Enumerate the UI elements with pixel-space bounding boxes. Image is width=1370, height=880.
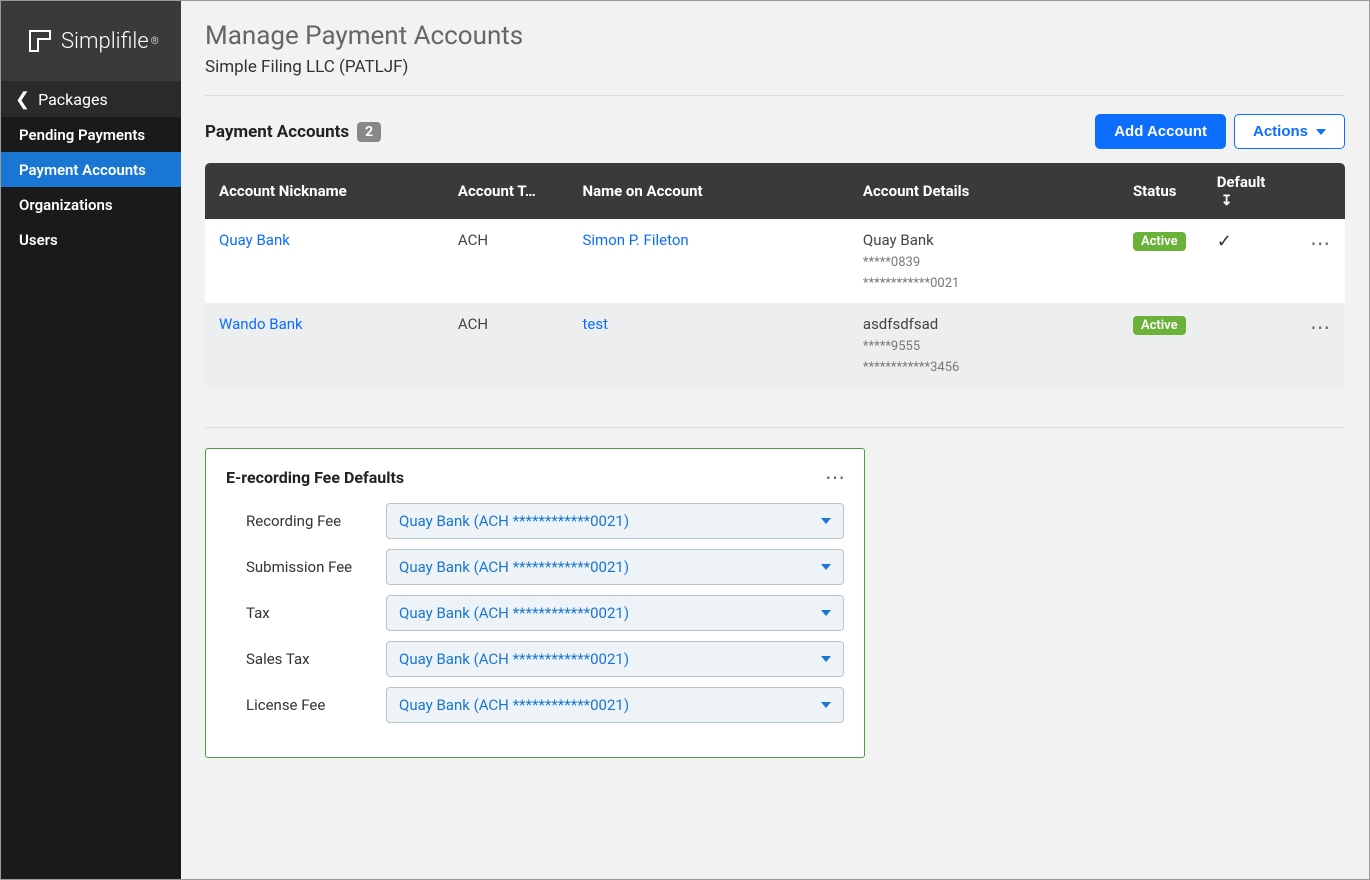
table-row: Quay Bank ACH Simon P. Fileton Quay Bank… [205,219,1345,303]
page-subtitle: Simple Filing LLC (PATLJF) [205,57,1345,96]
account-nickname-link[interactable]: Wando Bank [219,315,303,333]
caret-down-icon [821,564,831,570]
fee-label: Sales Tax [246,650,386,668]
fee-label: License Fee [246,696,386,714]
sidebar-item-organizations[interactable]: Organizations [1,187,181,222]
recording-fee-select[interactable]: Quay Bank (ACH ************0021) [386,503,844,539]
fee-row-license: License Fee Quay Bank (ACH ************0… [226,687,844,723]
accounts-count-badge: 2 [357,122,381,142]
accounts-section-header: Payment Accounts 2 Add Account Actions [205,114,1345,149]
col-header-actions [1296,163,1345,219]
fee-defaults-panel: E-recording Fee Defaults ⋯ Recording Fee… [205,448,865,758]
account-type: ACH [444,219,569,303]
status-badge: Active [1133,316,1186,335]
page-title: Manage Payment Accounts [205,21,1345,51]
fee-label: Tax [246,604,386,622]
brand-icon [29,30,51,52]
more-icon[interactable]: ⋯ [1310,315,1329,339]
account-name-link[interactable]: Simon P. Fileton [583,231,689,249]
caret-down-icon [821,610,831,616]
nav-back-packages[interactable]: ❮ Packages [1,81,181,117]
tax-fee-select[interactable]: Quay Bank (ACH ************0021) [386,595,844,631]
account-details: asdfsdfsad *****9555 ************3456 [849,303,1119,387]
fee-label: Submission Fee [246,558,386,576]
caret-down-icon [821,656,831,662]
account-name-link[interactable]: test [583,315,609,333]
sort-desc-icon: ↧ [1221,193,1233,209]
sales-tax-fee-select[interactable]: Quay Bank (ACH ************0021) [386,641,844,677]
account-type: ACH [444,303,569,387]
main-content: Manage Payment Accounts Simple Filing LL… [181,1,1369,879]
col-header-details[interactable]: Account Details [849,163,1119,219]
actions-dropdown-button[interactable]: Actions [1234,114,1345,149]
fee-row-sales-tax: Sales Tax Quay Bank (ACH ************002… [226,641,844,677]
brand-logo: Simplifile® [29,29,159,54]
submission-fee-select[interactable]: Quay Bank (ACH ************0021) [386,549,844,585]
fee-row-recording: Recording Fee Quay Bank (ACH ***********… [226,503,844,539]
license-fee-select[interactable]: Quay Bank (ACH ************0021) [386,687,844,723]
caret-down-icon [821,518,831,524]
sidebar-item-pending-payments[interactable]: Pending Payments [1,117,181,152]
account-nickname-link[interactable]: Quay Bank [219,231,290,249]
col-header-default[interactable]: Default ↧ [1203,163,1296,219]
sidebar-item-users[interactable]: Users [1,222,181,257]
fee-row-tax: Tax Quay Bank (ACH ************0021) [226,595,844,631]
col-header-nickname[interactable]: Account Nickname [205,163,444,219]
table-row: Wando Bank ACH test asdfsdfsad *****9555… [205,303,1345,387]
accounts-table: Account Nickname Account T… Name on Acco… [205,163,1345,387]
col-header-type[interactable]: Account T… [444,163,569,219]
trademark-icon: ® [151,36,159,47]
fee-defaults-title: E-recording Fee Defaults [226,468,404,487]
sidebar-item-payment-accounts[interactable]: Payment Accounts [1,152,181,187]
accounts-section-title: Payment Accounts [205,122,349,142]
col-header-name[interactable]: Name on Account [569,163,849,219]
chevron-left-icon: ❮ [15,89,30,110]
col-header-status[interactable]: Status [1119,163,1203,219]
status-badge: Active [1133,232,1186,251]
caret-down-icon [1316,129,1326,135]
logo-area: Simplifile® [1,1,181,81]
account-details: Quay Bank *****0839 ************0021 [849,219,1119,303]
nav-back-label: Packages [38,90,108,109]
add-account-button[interactable]: Add Account [1095,114,1226,149]
fee-row-submission: Submission Fee Quay Bank (ACH **********… [226,549,844,585]
more-icon[interactable]: ⋯ [825,465,844,489]
more-icon[interactable]: ⋯ [1310,231,1329,255]
check-icon: ✓ [1217,231,1232,252]
sidebar: Simplifile® ❮ Packages Pending Payments … [1,1,181,879]
caret-down-icon [821,702,831,708]
fee-label: Recording Fee [246,512,386,530]
section-divider [205,427,1345,428]
brand-name: Simplifile [61,29,149,54]
